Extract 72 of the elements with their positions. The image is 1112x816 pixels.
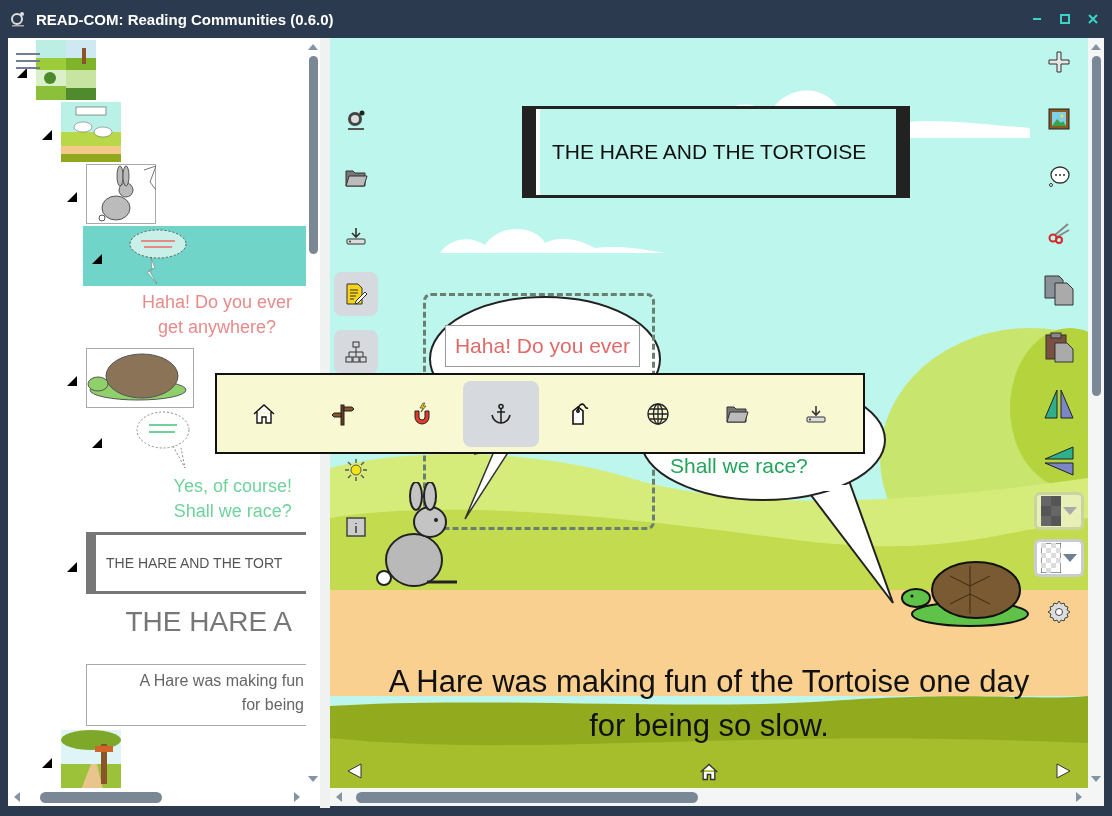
expanded-triangle-icon[interactable] [42,130,52,140]
globe-icon [646,401,671,426]
expanded-triangle-icon[interactable] [17,68,27,78]
caret-icon [1063,507,1077,515]
expanded-triangle-icon[interactable] [67,376,77,386]
expanded-triangle-icon[interactable] [67,562,77,572]
tree-item[interactable]: THE HARE AND THE TORT [58,532,306,594]
expanded-triangle-icon[interactable] [92,438,102,448]
scroll-down-icon[interactable] [1091,776,1101,782]
thumbnail-image [36,40,96,100]
scroll-up-icon[interactable] [1091,44,1101,50]
flip-horizontal-icon [1043,388,1075,420]
thumbnail-image [61,102,121,162]
info-icon [344,515,368,539]
maximize-icon [1060,14,1070,24]
scroll-right-icon[interactable] [1076,792,1082,802]
note-pencil-icon [344,282,368,306]
next-page-button[interactable] [1054,762,1072,782]
home-icon [699,762,719,782]
settings-icon [1047,600,1071,624]
hierarchy-icon [344,340,368,364]
plus-icon [1047,50,1071,74]
scissors-icon [1047,221,1071,245]
scroll-left-icon[interactable] [336,792,342,802]
signpost-icon [331,401,356,426]
next-icon [1054,762,1072,780]
tree-bubble-text: Yes, of course! Shall we race? [173,475,292,523]
tree-heading-text: THE HARE A [125,606,292,638]
title-text-box[interactable]: THE HARE AND THE TORTOISE [522,106,910,198]
copy-icon [1043,274,1075,306]
anchor-icon [488,401,513,426]
expanded-triangle-icon[interactable] [42,758,52,768]
picture-icon [1047,107,1071,131]
expanded-triangle-icon[interactable] [92,254,102,264]
scrollbar-thumb[interactable] [1091,56,1101,396]
thumbnail-image [86,164,156,224]
home-button[interactable] [699,762,719,782]
checkered-swatch-icon [1041,543,1061,573]
tree-bubble-text: Haha! Do you ever get anywhere? [141,291,292,339]
previous-page-button[interactable] [346,762,364,782]
note-pencil-button[interactable] [334,272,378,316]
speech-bubble-icon [1047,164,1071,188]
home-icon [252,401,277,426]
clipboard-icon [1043,331,1075,363]
close-icon [1088,14,1098,24]
scroll-left-icon[interactable] [14,792,20,802]
menu-icon [16,52,40,70]
scroll-up-icon[interactable] [308,44,318,50]
scrollbar-thumb[interactable] [308,56,318,254]
flip-vertical-icon [1043,445,1075,477]
narration-box-text: A Hare was making fun for being [86,664,306,726]
scrollbar-thumb[interactable] [356,791,698,803]
previous-icon [346,762,364,780]
transparency-dropdown[interactable] [1034,539,1084,577]
expanded-triangle-icon[interactable] [67,192,77,202]
hierarchy-button[interactable] [334,330,378,374]
speech-bubble-text: Shall we race? [670,454,808,478]
menu-button[interactable] [16,52,40,70]
narration-text[interactable]: A Hare was making fun of the Tortoise one day for being so slow. [374,660,1044,748]
title-box-text: THE HARE AND THE TORT [106,555,283,571]
story-title: THE HARE AND THE TORTOISE [552,140,867,164]
checkered-swatch-icon [1041,496,1061,526]
tree-item[interactable]: A Hare was making fun for being [58,654,306,728]
scroll-down-icon[interactable] [308,776,318,782]
thought-bubble-text: Haha! Do you ever [445,325,640,367]
sun-icon [344,458,368,482]
window-title: READ-COM: Reading Communities (0.6.0) [36,10,334,28]
app-logo-icon [10,11,26,27]
scroll-right-icon[interactable] [294,792,300,802]
caret-icon [1063,554,1077,562]
thumbnail-image [61,730,121,788]
scrollbar-thumb[interactable] [40,791,162,803]
